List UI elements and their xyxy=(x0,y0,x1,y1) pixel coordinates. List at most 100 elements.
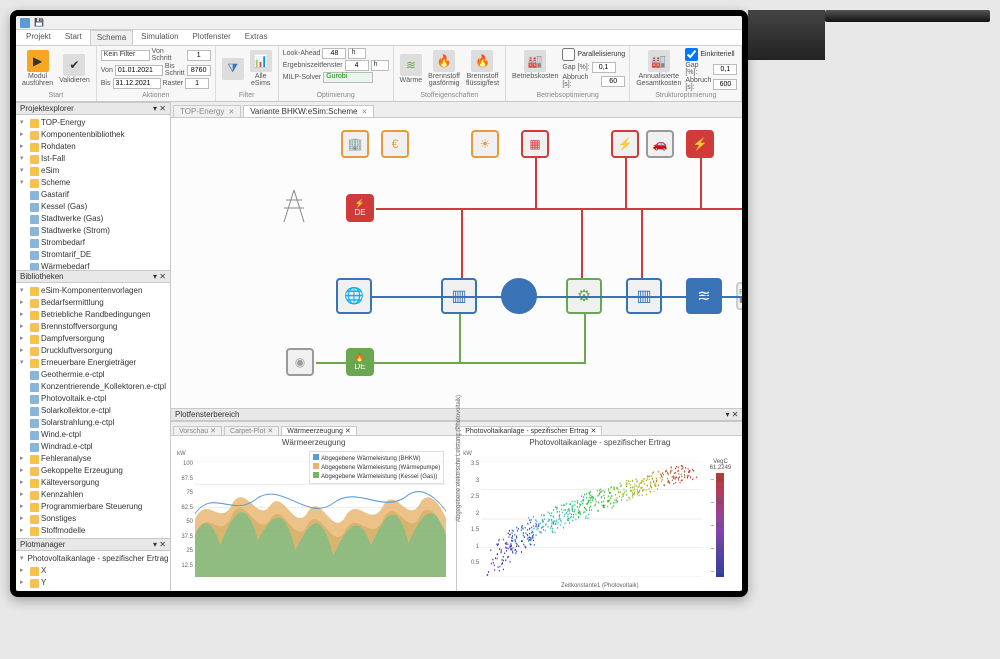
tree-node[interactable]: ▸Betriebliche Randbedingungen xyxy=(18,309,168,321)
close-icon[interactable]: ✕ xyxy=(228,108,234,116)
to-step-input[interactable] xyxy=(187,65,211,76)
menu-tab-plotfenster[interactable]: Plotfenster xyxy=(187,30,237,45)
tree-node[interactable]: Solarstrahlung.e-ctpl xyxy=(18,417,168,429)
struct-gap-input[interactable] xyxy=(713,64,737,75)
close-icon[interactable]: ✕ xyxy=(362,108,368,116)
block-bolt-icon[interactable]: ⚡ xyxy=(686,130,714,158)
project-explorer-tree[interactable]: ▾TOP-Energy▸Komponentenbibliothek▸Rohdat… xyxy=(16,115,170,270)
tree-node[interactable]: ▸Dampfversorgung xyxy=(18,333,168,345)
area-chart[interactable]: kW Abgegebene Wärmeleistung (BHKW)Abgege… xyxy=(177,451,450,587)
struct-abort-input[interactable] xyxy=(713,79,737,90)
tree-node[interactable]: Strombedarf xyxy=(18,237,168,249)
block-pylon-icon[interactable] xyxy=(276,188,312,224)
scheme-canvas[interactable]: 🏢 € ☀ ▦ ⚡ 🚗 ⚡ 📈 📈 📉 ⚡DE ⚡ 🌐 ▥ xyxy=(171,118,742,408)
annualized-cost-button[interactable]: 🏭Annualisierte Gesamtkosten xyxy=(634,48,683,89)
menu-tab-start[interactable]: Start xyxy=(59,30,88,45)
menu-tab-schema[interactable]: Schema xyxy=(90,30,133,45)
abort-input[interactable] xyxy=(601,76,625,87)
close-icon[interactable]: ✕ xyxy=(267,428,273,435)
block-euro-icon[interactable]: € xyxy=(381,130,409,158)
tree-node[interactable]: Konzentrierende_Kollektoren.e-ctpl xyxy=(18,381,168,393)
panel-pin-icon[interactable]: ▾ ✕ xyxy=(725,410,738,419)
fuel-solid-button[interactable]: 🔥Brennstoff flüssig/fest xyxy=(464,48,501,89)
tree-node[interactable]: ▸Y xyxy=(18,577,168,589)
plot-tab[interactable]: Photovoltaikanlage - spezifischer Ertrag… xyxy=(459,426,602,435)
tree-node[interactable]: Kessel (Gas) xyxy=(18,201,168,213)
plot-tab[interactable]: Carpet-Plot ✕ xyxy=(224,426,279,435)
solver-dropdown[interactable]: Gurobi xyxy=(323,72,373,83)
tree-node[interactable]: ▾Scheme xyxy=(18,177,168,189)
raster-input[interactable] xyxy=(185,78,209,89)
filter-icon-button[interactable]: ⧩ xyxy=(220,56,246,82)
from-date-input[interactable] xyxy=(115,65,163,76)
tree-node[interactable]: ▸X xyxy=(18,565,168,577)
panel-pin-icon[interactable]: ▾ ✕ xyxy=(153,540,166,549)
fuel-gas-button[interactable]: 🔥Brennstoff gasförmig xyxy=(426,48,462,89)
panel-pin-icon[interactable]: ▾ ✕ xyxy=(153,272,166,281)
block-charger-icon[interactable]: ⚡ xyxy=(611,130,639,158)
tree-node[interactable]: ▸Stoffmodelle xyxy=(18,525,168,537)
parallel-checkbox[interactable]: Parallelisierung xyxy=(562,48,625,61)
plot-tab[interactable]: Vorschau ✕ xyxy=(173,426,222,435)
block-grid-de-icon[interactable]: ⚡DE xyxy=(346,194,374,222)
close-icon[interactable]: ✕ xyxy=(345,428,351,435)
block-ev-icon[interactable]: 🚗 xyxy=(646,130,674,158)
tree-node[interactable]: Solarkollektor.e-ctpl xyxy=(18,405,168,417)
tree-node[interactable]: ▾Ist-Fall xyxy=(18,153,168,165)
block-pv-icon[interactable]: ▦ xyxy=(521,130,549,158)
tree-node[interactable]: ▸Druckluftversorgung xyxy=(18,345,168,357)
plot-tab[interactable]: Wärmeerzeugung ✕ xyxy=(281,426,356,435)
result-window-input[interactable] xyxy=(345,60,369,71)
tree-node[interactable]: Wind.e-ctpl xyxy=(18,429,168,441)
tree-node[interactable]: ▸Gekoppelte Erzeugung xyxy=(18,465,168,477)
all-esims-button[interactable]: 📊Alle eSims xyxy=(248,48,274,89)
tree-node[interactable]: Gastarif xyxy=(18,189,168,201)
lookahead-unit[interactable]: h xyxy=(348,48,366,59)
tree-node[interactable]: ▾TOP-Energy xyxy=(18,117,168,129)
tree-node[interactable]: ▸Bedarfsermittlung xyxy=(18,297,168,309)
tree-node[interactable]: ▸Rohdaten xyxy=(18,141,168,153)
library-tree[interactable]: ▾eSim-Komponentenvorlagen▸Bedarfsermittl… xyxy=(16,283,170,538)
tree-node[interactable]: ▾Photovoltaikanlage - spezifischer Ertra… xyxy=(18,553,168,565)
tree-node[interactable]: Stromtarif_DE xyxy=(18,249,168,261)
validate-button[interactable]: ✔ Validieren xyxy=(57,52,92,86)
tree-node[interactable]: Windrad.e-ctpl xyxy=(18,441,168,453)
tree-node[interactable]: ▸Sonstiges xyxy=(18,513,168,525)
run-module-button[interactable]: ▶ Modul ausführen xyxy=(20,48,55,89)
scatter-chart[interactable]: kW VegC 61,2249 – 55– 45– 35– 25– 15 3.5… xyxy=(463,451,736,587)
tree-node[interactable]: ▾eSim xyxy=(18,165,168,177)
block-building-icon[interactable]: 🏢 xyxy=(341,130,369,158)
to-date-input[interactable] xyxy=(113,78,161,89)
block-globe-icon[interactable]: 🌐 xyxy=(336,278,372,314)
tree-node[interactable]: ▸Programmierbare Steuerung xyxy=(18,501,168,513)
tree-node[interactable]: Wärmebedarf xyxy=(18,261,168,270)
plotmanager-tree[interactable]: ▾Photovoltaikanlage - spezifischer Ertra… xyxy=(16,551,170,591)
close-icon[interactable]: ✕ xyxy=(210,428,216,435)
lookahead-input[interactable] xyxy=(322,48,346,59)
document-tab[interactable]: TOP-Energy✕ xyxy=(173,105,241,117)
tree-node[interactable]: Photovoltaik.e-ctpl xyxy=(18,393,168,405)
panel-pin-icon[interactable]: ▾ ✕ xyxy=(153,104,166,113)
gap-input[interactable] xyxy=(592,62,616,73)
heat-button[interactable]: ≋Wärme xyxy=(398,52,425,86)
tree-node[interactable]: ▸Brennstoffversorgung xyxy=(18,321,168,333)
from-step-input[interactable] xyxy=(187,50,211,61)
menu-tab-projekt[interactable]: Projekt xyxy=(20,30,57,45)
tree-node[interactable]: ▸Fehleranalyse xyxy=(18,453,168,465)
tree-node[interactable]: ▸Komponentenbibliothek xyxy=(18,129,168,141)
close-icon[interactable]: ✕ xyxy=(591,428,597,435)
tree-node[interactable]: Stadtwerke (Strom) xyxy=(18,225,168,237)
document-tab[interactable]: Variante BHKW:eSim:Scheme✕ xyxy=(243,105,374,117)
menu-tab-simulation[interactable]: Simulation xyxy=(135,30,184,45)
tree-node[interactable]: Stadtwerke (Gas) xyxy=(18,213,168,225)
menu-tab-extras[interactable]: Extras xyxy=(239,30,274,45)
qat-save-icon[interactable]: 💾 xyxy=(34,18,44,27)
result-window-unit[interactable]: h xyxy=(371,60,389,71)
tree-node[interactable]: ▸Kälteversorgung xyxy=(18,477,168,489)
tree-node[interactable]: ▾Erneuerbare Energieträger xyxy=(18,357,168,369)
block-gas-source-icon[interactable]: ◉ xyxy=(286,348,314,376)
single-criteria-checkbox[interactable]: Einkriteriell xyxy=(685,48,737,61)
operating-cost-button[interactable]: 🏭Betriebskosten xyxy=(510,48,560,82)
tree-node[interactable]: ▸Kennzahlen xyxy=(18,489,168,501)
tree-node[interactable]: Geothermie.e-ctpl xyxy=(18,369,168,381)
